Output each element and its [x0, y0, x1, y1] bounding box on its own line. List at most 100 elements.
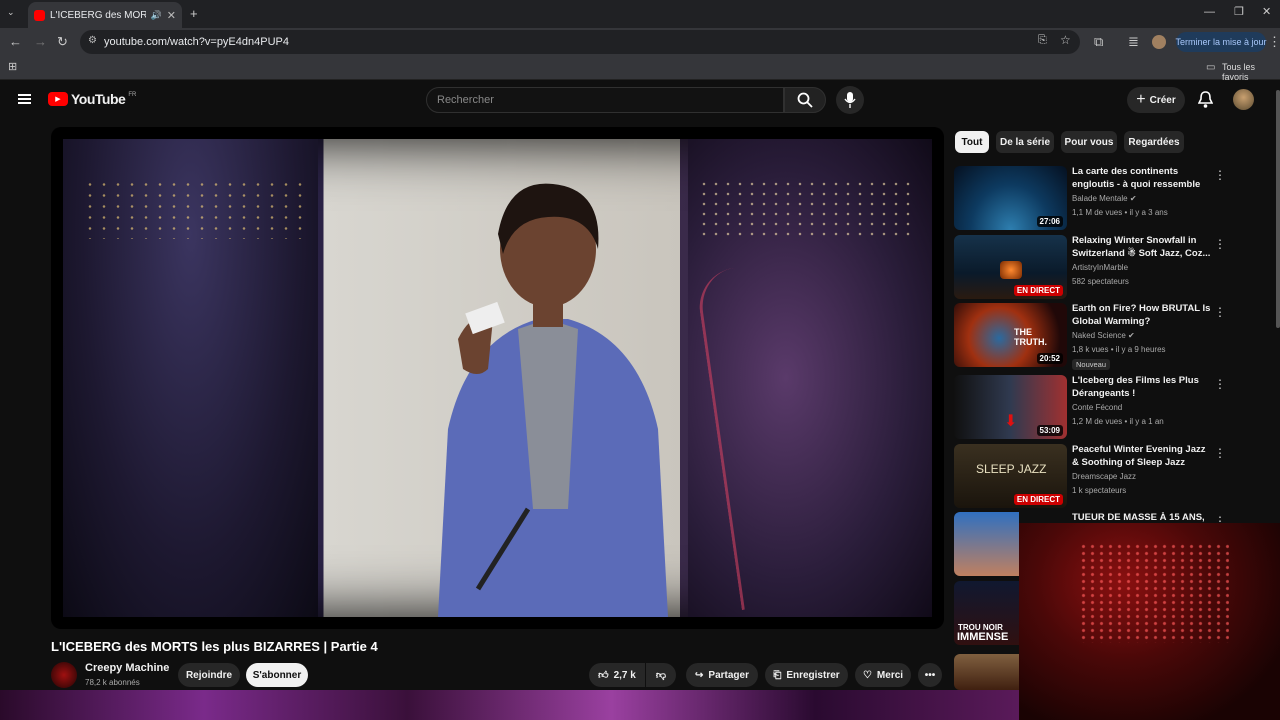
live-badge: EN DIRECT [1013, 285, 1063, 296]
recommendation-meta: 582 spectateurs [1072, 277, 1129, 286]
recommendation-title: L'Iceberg des Films les Plus Dérangeants… [1072, 375, 1199, 399]
recommendation-channel: Balade Mentale ✔ [1072, 194, 1137, 203]
extensions-icon[interactable]: ⧉ [1094, 35, 1103, 48]
kebab-menu-icon[interactable]: ⋮ [1214, 168, 1226, 182]
bookmark-icon: ⎗ [773, 669, 782, 681]
close-window-icon[interactable]: ✕ [1262, 7, 1271, 18]
microphone-icon [844, 92, 856, 108]
recommendation-channel: Conte Fécond [1072, 403, 1123, 412]
thumbs-up-icon: 👍︎ [598, 670, 609, 681]
recommendation-item[interactable]: SLEEP JAZZ EN DIRECT Peaceful Winter Eve… [954, 444, 1226, 508]
channel-avatar[interactable] [51, 662, 77, 688]
live-badge: EN DIRECT [1013, 494, 1063, 505]
browser-tab[interactable]: L'ICEBERG des MORTS les p 🔊 ✕ [28, 2, 182, 28]
site-info-icon[interactable]: ⚙ [88, 35, 97, 46]
kebab-menu-icon[interactable]: ⋮ [1214, 446, 1226, 460]
logo-text: YouTube [71, 91, 126, 107]
youtube-logo[interactable]: ▶ YouTube FR [48, 91, 136, 107]
like-button[interactable]: 👍︎ 2,7 k [589, 663, 645, 687]
chip-all[interactable]: Tout [955, 131, 989, 153]
video-thumbnail[interactable]: THE TRUTH. 20:52 [954, 303, 1067, 367]
video-thumbnail[interactable]: TROU NOIR IMMENSE [954, 581, 1019, 645]
chip-watched[interactable]: Regardées [1124, 131, 1184, 153]
new-tab-icon[interactable]: + [190, 7, 198, 20]
thanks-icon: ♡ [862, 669, 872, 681]
share-button[interactable]: ↪ Partager [686, 663, 758, 687]
recommendation-title: Earth on Fire? How BRUTAL Is Global Warm… [1072, 303, 1211, 327]
recommendation-channel: Dreamscape Jazz [1072, 472, 1137, 481]
join-button[interactable]: Rejoindre [178, 663, 240, 687]
kebab-menu-icon[interactable]: ⋮ [1214, 305, 1226, 319]
audio-icon[interactable]: 🔊 [151, 10, 162, 21]
save-button[interactable]: ⎗ Enregistrer [765, 663, 848, 687]
apps-grid-icon[interactable]: ⊞ [8, 62, 17, 73]
dislike-button[interactable]: 👎︎ [646, 663, 676, 687]
voice-search-button[interactable] [836, 86, 864, 114]
search-input[interactable]: Rechercher [426, 87, 784, 113]
thanks-label: Merci [876, 669, 904, 681]
recommendation-title: Peaceful Winter Evening Jazz & Soothing … [1072, 444, 1206, 470]
recommendation-meta: 1,1 M de vues • il y a 3 ans [1072, 208, 1168, 217]
recommendation-item[interactable]: ⬇ 53:09 L'Iceberg des Films les Plus Dér… [954, 375, 1226, 439]
stream-overlay-banner [0, 690, 1019, 720]
kebab-menu-icon[interactable]: ⋮ [1214, 237, 1226, 251]
update-button[interactable]: Terminer la mise à jour [1175, 32, 1267, 52]
duration-badge: 53:09 [1036, 425, 1063, 436]
thumbnail-text: SLEEP JAZZ [976, 462, 1047, 476]
video-thumbnail[interactable]: ⬇ 53:09 [954, 375, 1067, 439]
hamburger-menu-icon[interactable] [18, 94, 31, 104]
tab-list-icon[interactable]: ⌄ [7, 8, 15, 17]
video-thumbnail[interactable]: EN DIRECT [954, 235, 1067, 299]
close-tab-icon[interactable]: ✕ [167, 9, 176, 22]
create-label: Créer [1149, 94, 1176, 106]
youtube-header: ▶ YouTube FR Rechercher + Créer [0, 82, 1280, 118]
video-thumbnail[interactable] [954, 512, 1019, 576]
new-badge: Nouveau [1072, 359, 1111, 370]
duration-badge: 27:06 [1036, 216, 1063, 227]
browser-tab-bar: ⌄ L'ICEBERG des MORTS les p 🔊 ✕ + — ❐ ✕ [0, 0, 1280, 28]
url-text: youtube.com/watch?v=pyE4dn4PUP4 [104, 36, 289, 48]
video-thumbnail[interactable]: SLEEP JAZZ EN DIRECT [954, 444, 1067, 508]
notifications-bell-icon[interactable] [1198, 91, 1213, 109]
region-code: FR [128, 91, 137, 98]
reading-list-icon[interactable]: ≣ [1128, 35, 1139, 48]
more-actions-button[interactable]: ••• [918, 663, 942, 687]
recommendation-item[interactable]: EN DIRECT Relaxing Winter Snowfall in Sw… [954, 235, 1226, 299]
create-button[interactable]: + Créer [1127, 87, 1185, 113]
folder-icon: ▭ [1206, 62, 1216, 73]
chip-for-you[interactable]: Pour vous [1061, 131, 1117, 153]
page-scrollbar[interactable] [1276, 90, 1280, 328]
back-icon[interactable]: ← [9, 35, 22, 48]
recommendation-item[interactable]: 27:06 La carte des continents engloutis … [954, 166, 1226, 230]
search-button[interactable] [784, 87, 826, 113]
channel-name[interactable]: Creepy Machine [85, 662, 169, 674]
search-icon [797, 92, 813, 108]
search-placeholder: Rechercher [437, 94, 494, 106]
speaker-woman-image [438, 183, 668, 617]
all-bookmarks-link[interactable]: Tous les favoris [1222, 62, 1280, 82]
install-app-icon[interactable]: ⎘ [1038, 34, 1047, 47]
recommendation-channel: Naked Science ✔ [1072, 331, 1135, 340]
subscribe-button[interactable]: S'abonner [246, 663, 308, 687]
chip-series[interactable]: De la série [996, 131, 1054, 153]
recommendation-item[interactable]: THE TRUTH. 20:52 Earth on Fire? How BRUT… [954, 303, 1226, 370]
profile-avatar[interactable] [1152, 35, 1166, 49]
forward-icon[interactable]: → [34, 35, 47, 48]
bookmark-star-icon[interactable]: ☆ [1060, 33, 1071, 47]
maximize-icon[interactable]: ❐ [1234, 7, 1244, 18]
like-count: 2,7 k [613, 669, 636, 681]
down-arrow-icon: ⬇ [1004, 413, 1018, 430]
thanks-button[interactable]: ♡ Merci [855, 663, 911, 687]
channel-action-row: Creepy Machine 78,2 k abonnés Rejoindre … [51, 660, 944, 690]
minimize-icon[interactable]: — [1204, 7, 1215, 18]
video-player[interactable] [51, 127, 944, 629]
url-field[interactable]: ⚙ youtube.com/watch?v=pyE4dn4PUP4 ⎘ ☆ [80, 30, 1080, 54]
share-label: Partager [708, 669, 749, 681]
reload-icon[interactable]: ↻ [57, 35, 68, 48]
video-thumbnail[interactable]: 27:06 [954, 166, 1067, 230]
account-avatar[interactable] [1233, 89, 1254, 110]
recommendation-meta: 1,8 k vues • il y a 9 heures [1072, 345, 1166, 354]
kebab-menu-icon[interactable]: ⋮ [1214, 377, 1226, 391]
menu-dots-icon[interactable]: ⋮ [1268, 35, 1280, 48]
video-thumbnail[interactable] [954, 654, 1019, 690]
